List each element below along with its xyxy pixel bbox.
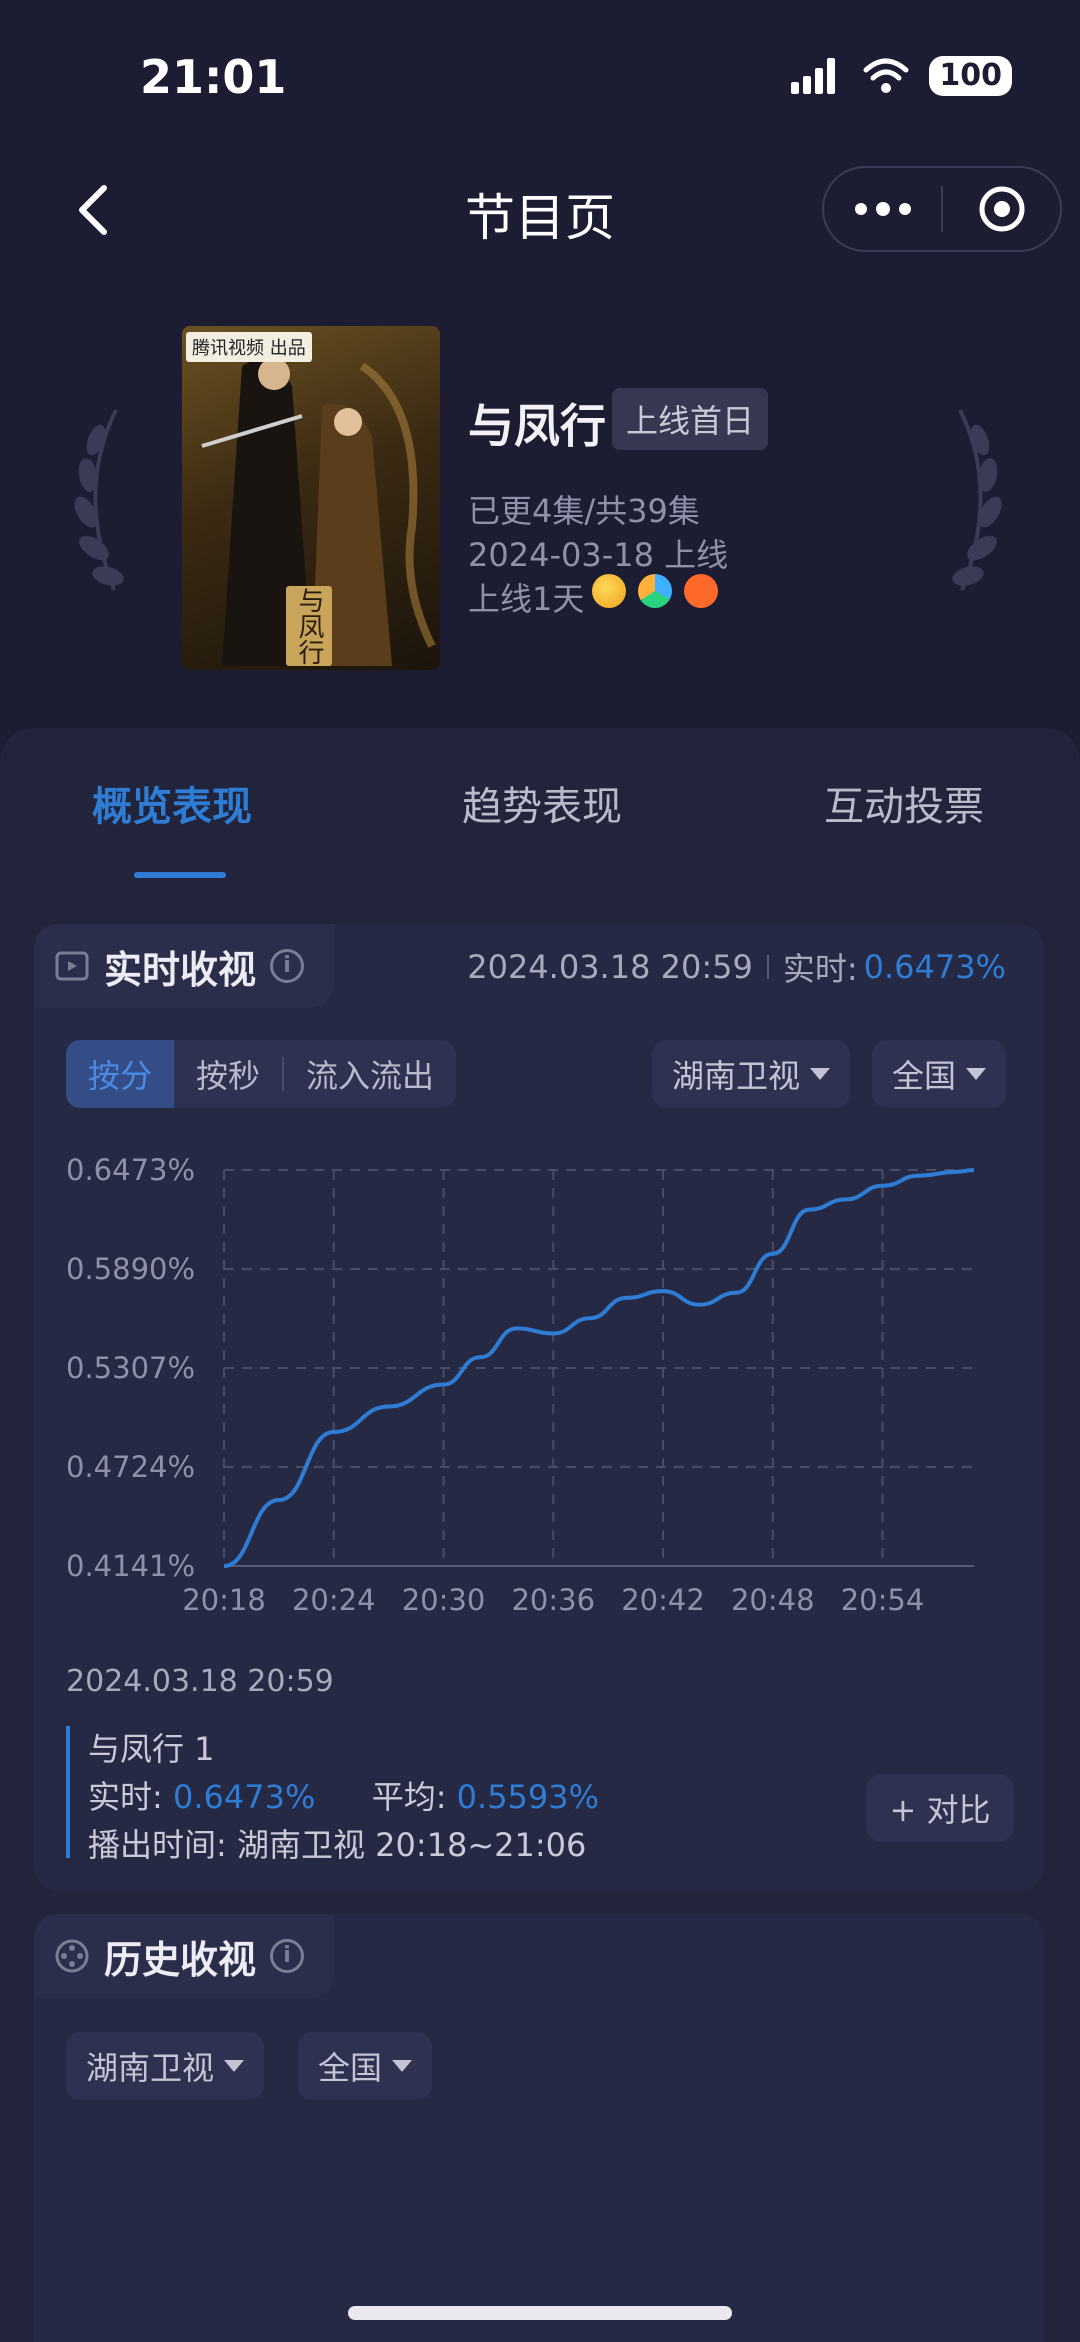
caret-down-icon xyxy=(810,1068,831,1080)
poster-title-seal: 与凤行 xyxy=(286,586,332,666)
realtime-timestamp: 2024.03.18 20:59 xyxy=(467,948,753,986)
active-tab-indicator xyxy=(134,872,226,878)
tv-icon xyxy=(55,951,89,981)
legend-realtime-value: 0.6473% xyxy=(172,1778,316,1816)
legend-series-name: 与凤行 1 xyxy=(88,1730,215,1768)
x-tick-label: 20:24 xyxy=(292,1583,376,1617)
history-channel-dropdown[interactable]: 湖南卫视 xyxy=(66,2032,265,2100)
granularity-toggle: 按分 按秒 流入流出 xyxy=(66,1040,457,1108)
history-channel-value: 湖南卫视 xyxy=(86,2049,215,2087)
x-tick-label: 20:42 xyxy=(621,1583,705,1617)
info-icon[interactable]: i xyxy=(270,1939,305,1973)
status-badge: 上线首日 xyxy=(612,388,769,450)
y-tick-label: 0.6473% xyxy=(66,1153,195,1187)
tab-overview[interactable]: 概览表现 xyxy=(92,774,252,832)
more-dots-icon xyxy=(854,202,911,216)
realtime-label: 实时: xyxy=(782,950,858,988)
mgtv-icon xyxy=(684,574,718,608)
y-tick-label: 0.5307% xyxy=(66,1351,195,1385)
info-icon[interactable]: i xyxy=(270,949,305,983)
history-region-value: 全国 xyxy=(318,2049,383,2087)
tencent-video-icon xyxy=(638,574,672,608)
laurel-left-icon xyxy=(74,409,124,591)
legend-realtime-label: 实时: xyxy=(88,1778,163,1816)
caret-down-icon xyxy=(966,1068,987,1080)
history-title: 历史收视 xyxy=(104,1937,257,1982)
status-icons: 100 xyxy=(791,56,1012,96)
legend-avg-label: 平均: xyxy=(371,1778,447,1816)
poster-badge: 腾讯视频 出品 xyxy=(186,332,312,362)
legend-airtime: 播出时间: 湖南卫视 20:18~21:06 xyxy=(88,1826,587,1864)
x-tick-label: 20:54 xyxy=(841,1583,925,1617)
mini-program-capsule xyxy=(822,166,1062,252)
x-tick-label: 20:36 xyxy=(511,1583,595,1617)
target-circle-icon xyxy=(979,186,1024,232)
episode-count: 已更4集/共39集 xyxy=(468,492,700,530)
days-online: 上线1天 xyxy=(468,580,585,618)
compare-button[interactable]: + 对比 xyxy=(866,1774,1014,1842)
status-time: 21:01 xyxy=(140,50,287,104)
release-date: 2024-03-18 上线 xyxy=(468,536,729,574)
x-tick-label: 20:48 xyxy=(731,1583,815,1617)
realtime-line-chart[interactable]: 0.6473% 0.5890% 0.5307% 0.4724% 0.4141%20:18… xyxy=(0,1140,1080,1630)
wifi-icon xyxy=(863,58,909,93)
show-poster[interactable]: 腾讯视频 出品 与凤行 xyxy=(182,326,440,670)
x-tick-label: 20:18 xyxy=(182,1583,266,1617)
y-tick-label: 0.4724% xyxy=(66,1450,195,1484)
legend-values: 实时: 0.6473% 平均: 0.5593% xyxy=(88,1772,599,1818)
tab-vote[interactable]: 互动投票 xyxy=(824,774,984,832)
caret-down-icon xyxy=(224,2060,245,2072)
history-panel-header: 历史收视 i xyxy=(34,1914,334,1998)
show-title: 与凤行 xyxy=(468,399,606,453)
caret-down-icon xyxy=(392,2060,413,2072)
mango-tv-icon xyxy=(592,574,626,608)
legend-date: 2024.03.18 20:59 xyxy=(66,1664,334,1699)
realtime-title: 实时收视 xyxy=(104,947,257,992)
home-indicator xyxy=(348,2306,732,2320)
more-button[interactable] xyxy=(824,168,941,250)
signal-icon xyxy=(791,58,836,94)
battery-indicator: 100 xyxy=(929,56,1012,96)
y-tick-label: 0.5890% xyxy=(66,1252,195,1286)
platform-list xyxy=(592,574,718,608)
legend-series-bar xyxy=(66,1726,70,1858)
tab-trend[interactable]: 趋势表现 xyxy=(462,774,622,832)
realtime-value: 0.6473% xyxy=(863,948,1006,986)
legend-avg-value: 0.5593% xyxy=(456,1778,600,1816)
realtime-panel-header: 实时收视 i xyxy=(34,924,334,1008)
x-tick-label: 20:30 xyxy=(402,1583,486,1617)
region-dropdown[interactable]: 全国 xyxy=(872,1040,1007,1108)
mode-flow[interactable]: 流入流出 xyxy=(284,1040,456,1108)
close-mini-program-button[interactable] xyxy=(943,168,1060,250)
channel-value: 湖南卫视 xyxy=(672,1057,801,1095)
laurel-right-icon xyxy=(952,409,1002,591)
y-tick-label: 0.4141% xyxy=(66,1549,195,1583)
channel-dropdown[interactable]: 湖南卫视 xyxy=(652,1040,851,1108)
region-value: 全国 xyxy=(892,1057,957,1095)
history-region-dropdown[interactable]: 全国 xyxy=(298,2032,433,2100)
mode-by-second[interactable]: 按秒 xyxy=(174,1040,282,1108)
film-reel-icon xyxy=(55,1939,89,1973)
mode-by-minute[interactable]: 按分 xyxy=(66,1040,175,1108)
realtime-meta: 2024.03.18 20:59 实时: 0.6473% xyxy=(467,944,1006,990)
